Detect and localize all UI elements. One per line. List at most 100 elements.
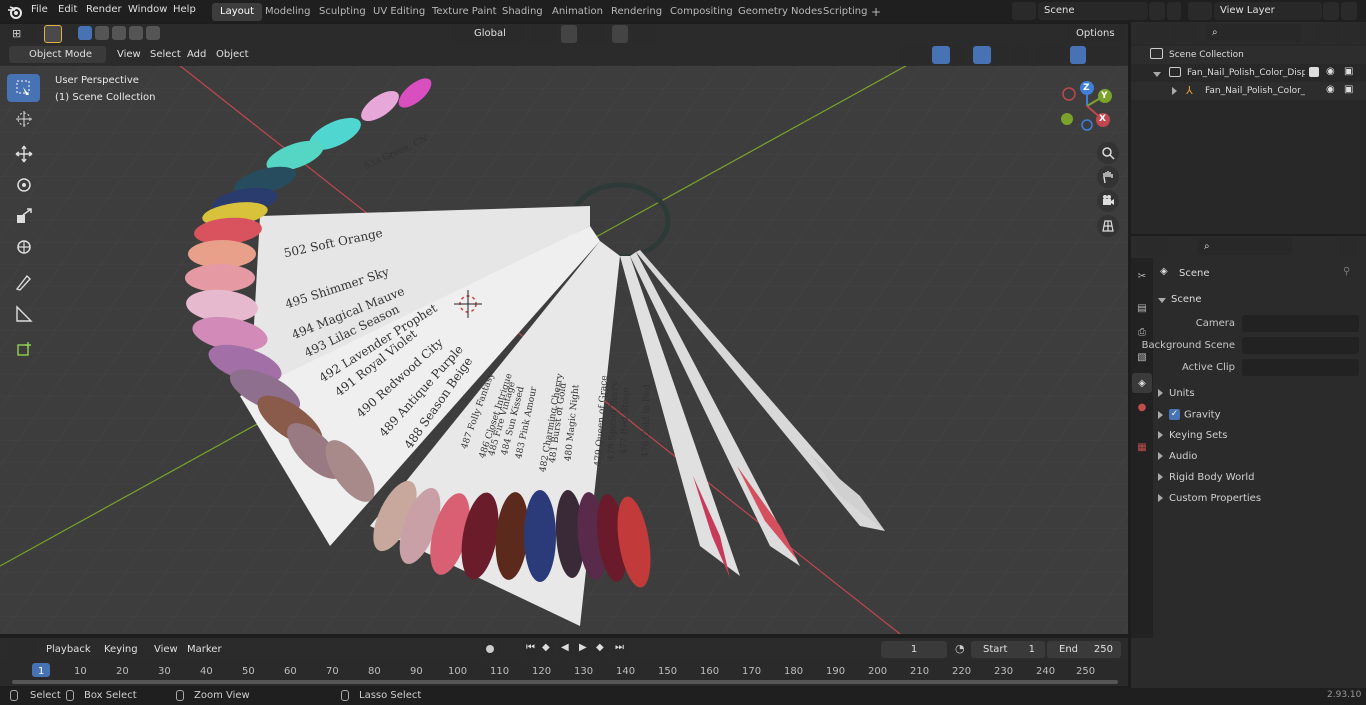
transform-orientation-dropdown[interactable]: Global	[454, 25, 524, 43]
overlays-dropdown-icon[interactable]	[993, 46, 1007, 64]
end-frame-field[interactable]: End 250	[1047, 641, 1121, 658]
start-frame-field[interactable]: Start 1	[971, 641, 1045, 658]
view-layer-field[interactable]: View Layer	[1214, 2, 1322, 20]
viewport-menu-select[interactable]: Select	[150, 49, 181, 60]
panel-units[interactable]: Units	[1158, 388, 1195, 399]
properties-search-input[interactable]: ⌕	[1198, 238, 1292, 255]
new-view-layer-icon[interactable]	[1323, 2, 1339, 20]
tool-select-box[interactable]	[7, 74, 40, 102]
scene-name-field[interactable]: Scene	[1038, 2, 1148, 20]
tool-scale[interactable]	[7, 202, 40, 230]
panel-gravity[interactable]: ✓ Gravity	[1158, 409, 1221, 421]
tool-annotate[interactable]	[7, 268, 40, 296]
panel-rigid-body-world[interactable]: Rigid Body World	[1158, 472, 1254, 483]
texture-tab-icon[interactable]: ▦	[1133, 438, 1151, 456]
snap-toggle-icon[interactable]	[561, 25, 577, 43]
wireframe-shading-icon[interactable]	[1036, 46, 1052, 64]
new-scene-icon[interactable]	[1149, 2, 1165, 20]
active-clip-field[interactable]	[1242, 359, 1359, 376]
tool-move[interactable]	[7, 140, 40, 168]
tab-modeling[interactable]: Modeling	[257, 3, 319, 21]
proportional-edit-icon[interactable]	[612, 25, 628, 43]
object-mode-dropdown[interactable]: Object Mode	[9, 46, 106, 63]
tool-cursor[interactable]	[7, 105, 40, 133]
jump-end-icon[interactable]: ⏭	[611, 641, 627, 659]
tab-compositing[interactable]: Compositing	[662, 3, 741, 21]
section-header-scene[interactable]: Scene	[1171, 294, 1202, 305]
editor-type-button[interactable]: ⊞	[7, 25, 37, 43]
gravity-checkbox[interactable]: ✓	[1169, 409, 1180, 420]
xray-toggle-icon[interactable]	[1014, 46, 1030, 64]
rendered-shading-icon[interactable]	[1087, 46, 1103, 64]
select-extend-icon[interactable]	[95, 26, 109, 40]
menu-edit[interactable]: Edit	[58, 4, 77, 15]
timeline-menu-view[interactable]: View	[154, 644, 178, 655]
timeline-menu-marker[interactable]: Marker	[187, 644, 222, 655]
background-scene-field[interactable]	[1242, 337, 1359, 354]
timeline-menu-keying[interactable]: Keying	[98, 641, 144, 658]
zoom-icon[interactable]	[1097, 142, 1119, 164]
tool-add-cube[interactable]	[7, 335, 40, 363]
tool-transform[interactable]	[7, 233, 40, 261]
delete-view-layer-icon[interactable]	[1341, 2, 1357, 20]
select-new-icon[interactable]	[78, 26, 92, 40]
tab-layout[interactable]: Layout	[212, 3, 262, 21]
falloff-icon[interactable]	[630, 25, 656, 43]
viewport-canvas[interactable]: 533 Green, CN 502 Soft Orange 495 Shimme…	[0, 66, 1128, 634]
play-reverse-icon[interactable]: ◀	[557, 641, 573, 659]
world-tab-icon[interactable]: ●	[1133, 398, 1151, 416]
camera-icon[interactable]: ▣	[1344, 66, 1353, 77]
ortho-grid-icon[interactable]	[1097, 215, 1119, 237]
blender-logo-icon[interactable]	[6, 3, 24, 20]
outliner-display-mode-button[interactable]	[1171, 24, 1197, 42]
tab-uv-editing[interactable]: UV Editing	[365, 3, 433, 21]
camera-view-icon[interactable]	[1097, 190, 1119, 212]
outliner-row[interactable]	[1131, 46, 1366, 64]
tool-tab-icon[interactable]: ✂	[1133, 267, 1151, 285]
panel-audio[interactable]: Audio	[1158, 451, 1197, 462]
view-layer-icon[interactable]	[1188, 2, 1212, 20]
tool-measure[interactable]	[7, 300, 40, 328]
select-intersect-icon[interactable]	[146, 26, 160, 40]
panel-keying-sets[interactable]: Keying Sets	[1158, 430, 1227, 441]
current-frame-field[interactable]: 1	[881, 641, 947, 658]
expand-toggle-icon[interactable]	[1153, 69, 1167, 80]
scene-selector-icon[interactable]	[1012, 2, 1036, 20]
pan-hand-icon[interactable]	[1097, 166, 1119, 188]
eye-icon[interactable]: ◉	[1326, 84, 1335, 95]
output-tab-icon[interactable]: ⎙	[1133, 323, 1151, 341]
add-workspace-button[interactable]: +	[866, 3, 886, 21]
properties-editor-type-button[interactable]	[1137, 238, 1167, 256]
timeline-scrollbar[interactable]	[12, 680, 1118, 684]
menu-help[interactable]: Help	[173, 4, 196, 15]
record-button[interactable]	[482, 641, 498, 659]
tab-animation[interactable]: Animation	[544, 3, 611, 21]
viewport-menu-add[interactable]: Add	[187, 49, 206, 60]
render-tab-icon[interactable]: ▤	[1133, 299, 1151, 317]
shading-options-icon[interactable]	[1105, 46, 1119, 64]
select-invert-icon[interactable]	[129, 26, 143, 40]
properties-options-icon[interactable]	[1340, 238, 1358, 256]
camera-icon[interactable]: ▣	[1344, 84, 1353, 95]
tab-shading[interactable]: Shading	[494, 3, 551, 21]
panel-custom-properties[interactable]: Custom Properties	[1158, 493, 1261, 504]
menu-file[interactable]: File	[31, 4, 48, 15]
menu-render[interactable]: Render	[86, 4, 122, 15]
tab-rendering[interactable]: Rendering	[603, 3, 670, 21]
scene-tab-icon[interactable]: ◈	[1132, 373, 1152, 393]
timeline-editor-type-button[interactable]	[7, 641, 35, 659]
tool-select-icon[interactable]	[44, 25, 62, 43]
clock-icon[interactable]: ◔	[955, 642, 965, 655]
camera-field[interactable]	[1242, 315, 1359, 332]
viewport-menu-view[interactable]: View	[117, 49, 141, 60]
solid-shading-icon[interactable]	[1053, 46, 1069, 64]
pin-icon[interactable]: ⚲	[1343, 266, 1350, 277]
jump-start-icon[interactable]: ⏮	[522, 641, 538, 659]
section-toggle-icon[interactable]	[1158, 295, 1172, 306]
menu-window[interactable]: Window	[128, 4, 167, 15]
gizmo-toggle-icon[interactable]	[932, 46, 950, 64]
visibility-selectability-icon[interactable]	[902, 46, 930, 64]
snap-target-icon[interactable]	[579, 25, 605, 43]
play-icon[interactable]: ▶	[575, 641, 591, 659]
options-dropdown[interactable]: Options	[1070, 25, 1124, 43]
